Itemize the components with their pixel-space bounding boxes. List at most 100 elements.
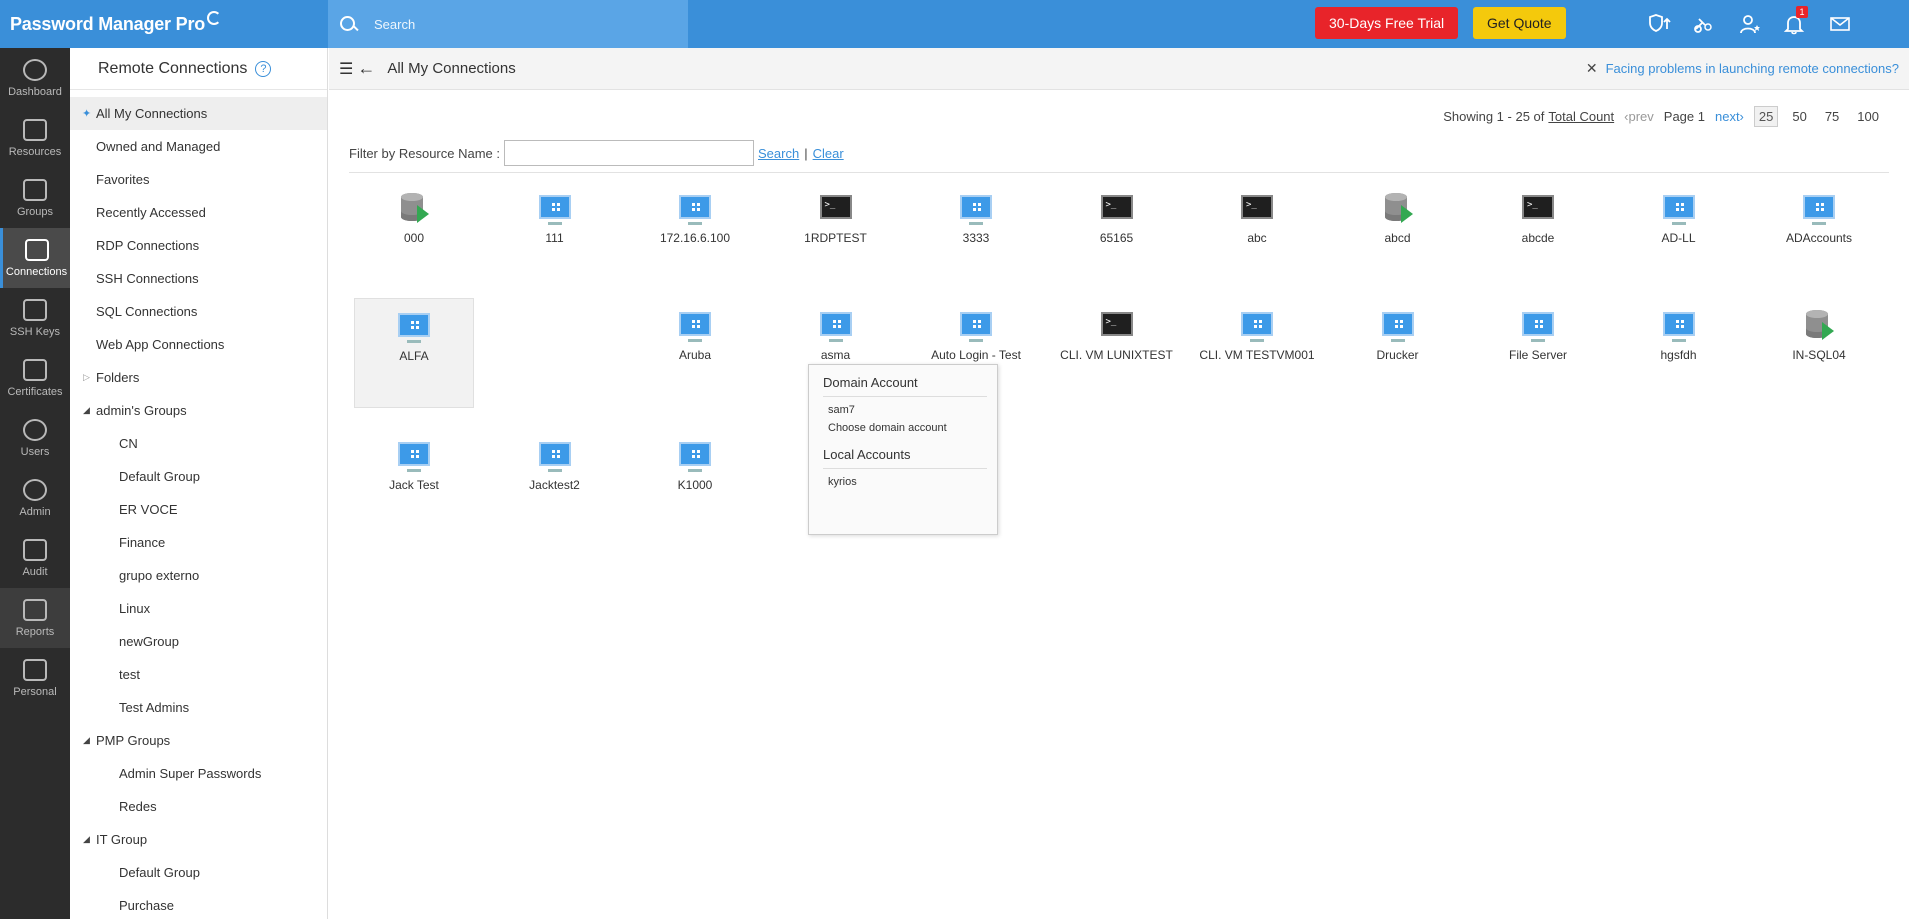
- tree-item-rdp[interactable]: RDP Connections: [70, 229, 327, 262]
- tree-subitem[interactable]: Redes: [70, 790, 327, 823]
- back-arrow-icon[interactable]: ←: [357, 58, 375, 79]
- nav-personal[interactable]: Personal: [0, 648, 70, 708]
- tree-subitem[interactable]: Admin Super Passwords: [70, 757, 327, 790]
- prev-page[interactable]: ‹prev: [1624, 109, 1654, 124]
- page-size-75[interactable]: 75: [1821, 107, 1843, 126]
- tree-group-pmp[interactable]: ◢ PMP Groups: [70, 724, 327, 757]
- tree-title: Remote Connections ?: [70, 48, 327, 90]
- connection-tile[interactable]: abcd: [1338, 193, 1458, 245]
- get-quote-button[interactable]: Get Quote: [1473, 7, 1566, 39]
- domain-account-item[interactable]: sam7: [823, 401, 987, 419]
- connection-tile[interactable]: Jack Test: [354, 440, 474, 492]
- windows-monitor-icon: [960, 195, 992, 219]
- expand-arrow-icon[interactable]: ▷: [83, 372, 90, 383]
- connection-tile[interactable]: AD-LL: [1619, 193, 1739, 245]
- nav-audit[interactable]: Audit: [0, 528, 70, 588]
- connection-tile[interactable]: 000: [354, 193, 474, 245]
- connection-tile[interactable]: >_ 1RDPTEST: [776, 193, 896, 245]
- connections-tree-panel: Remote Connections ? ✦ All My Connections…: [70, 48, 328, 919]
- nav-reports[interactable]: Reports: [0, 588, 70, 648]
- next-page[interactable]: next›: [1715, 109, 1744, 124]
- nav-dashboard[interactable]: Dashboard: [0, 48, 70, 108]
- connection-tile[interactable]: hgsfdh: [1619, 310, 1739, 362]
- connection-tile[interactable]: File Server: [1478, 310, 1598, 362]
- tree-group-admins[interactable]: ◢ admin's Groups: [70, 394, 327, 427]
- help-icon[interactable]: ?: [255, 60, 272, 77]
- connection-tile[interactable]: >_ 65165: [1057, 193, 1177, 245]
- menu-icon[interactable]: ☰: [339, 59, 353, 79]
- connection-tile[interactable]: >_ CLI. VM LUNIXTEST: [1057, 310, 1177, 362]
- nav-certificates[interactable]: Certificates: [0, 348, 70, 408]
- nav-resources[interactable]: Resources: [0, 108, 70, 168]
- tree-item-folders[interactable]: ▷ Folders: [70, 361, 327, 394]
- shield-up-icon[interactable]: [1646, 10, 1674, 38]
- connection-tile[interactable]: >_ abcde: [1478, 193, 1598, 245]
- connection-tile[interactable]: 172.16.6.100: [635, 193, 755, 245]
- page-size-50[interactable]: 50: [1788, 107, 1810, 126]
- tree-item-sql[interactable]: SQL Connections: [70, 295, 327, 328]
- tree-item-web-app[interactable]: Web App Connections: [70, 328, 327, 361]
- collapse-arrow-icon[interactable]: ◢: [83, 405, 90, 416]
- connection-tile[interactable]: Jacktest2: [495, 440, 615, 492]
- resource-name-input[interactable]: [504, 140, 754, 166]
- tree-subitem[interactable]: grupo externo: [70, 559, 327, 592]
- collapse-arrow-icon[interactable]: ◢: [83, 735, 90, 746]
- user-icon: [23, 418, 47, 441]
- connection-tile[interactable]: IN-SQL04: [1759, 310, 1879, 362]
- tree-group-it[interactable]: ◢ IT Group: [70, 823, 327, 856]
- connection-tile[interactable]: 111: [495, 193, 615, 245]
- free-trial-button[interactable]: 30-Days Free Trial: [1315, 7, 1459, 39]
- tree-subitem[interactable]: Test Admins: [70, 691, 327, 724]
- bell-icon[interactable]: 1: [1780, 6, 1808, 38]
- link-gear-icon[interactable]: [1690, 10, 1718, 38]
- connection-tile[interactable]: >_ abc: [1197, 193, 1317, 245]
- total-count-link[interactable]: Total Count: [1548, 109, 1614, 124]
- tree-subitem[interactable]: CN: [70, 427, 327, 460]
- local-account-item[interactable]: kyrios: [823, 473, 987, 491]
- connection-tile[interactable]: K1000: [635, 440, 755, 492]
- tree-item-favorites[interactable]: Favorites: [70, 163, 327, 196]
- tree-item-ssh[interactable]: SSH Connections: [70, 262, 327, 295]
- tree-subitem[interactable]: newGroup: [70, 625, 327, 658]
- tree-subitem[interactable]: test: [70, 658, 327, 691]
- connection-tile[interactable]: ALFA: [354, 298, 474, 408]
- mail-icon[interactable]: [1826, 10, 1854, 38]
- nav-connections[interactable]: Connections: [0, 228, 70, 288]
- page-size-25[interactable]: 25: [1753, 106, 1779, 127]
- global-search[interactable]: Search: [328, 0, 688, 48]
- tree-subitem[interactable]: Linux: [70, 592, 327, 625]
- connection-tile[interactable]: 3333: [916, 193, 1036, 245]
- tree-subitem[interactable]: Default Group: [70, 856, 327, 889]
- tree-subitem[interactable]: Finance: [70, 526, 327, 559]
- connection-tile[interactable]: Aruba: [635, 310, 755, 362]
- connection-name: abcde: [1521, 231, 1555, 245]
- windows-monitor-icon: [1662, 195, 1695, 219]
- connection-tile[interactable]: asma: [776, 310, 896, 362]
- nav-ssh-keys[interactable]: SSH Keys: [0, 288, 70, 348]
- user-star-icon[interactable]: [1736, 10, 1764, 38]
- tree-item-owned-managed[interactable]: Owned and Managed: [70, 130, 327, 163]
- tree-subitem[interactable]: Default Group: [70, 460, 327, 493]
- tree-item-all-my-connections[interactable]: ✦ All My Connections: [70, 97, 327, 130]
- connection-name: Drucker: [1376, 348, 1419, 362]
- connection-tile[interactable]: ADAccounts: [1759, 193, 1879, 245]
- nav-groups[interactable]: Groups: [0, 168, 70, 228]
- remote-help-link[interactable]: ✕ Facing problems in launching remote co…: [1586, 60, 1899, 77]
- tree-subitem[interactable]: Purchase: [70, 889, 327, 919]
- collapse-arrow-icon[interactable]: ◢: [83, 834, 90, 845]
- connection-tile[interactable]: Drucker: [1338, 310, 1458, 362]
- windows-monitor-icon: [679, 312, 711, 336]
- filter-clear-link[interactable]: Clear: [813, 146, 844, 161]
- connection-tile[interactable]: Auto Login - Test: [916, 310, 1036, 362]
- tree-item-recently-accessed[interactable]: Recently Accessed: [70, 196, 327, 229]
- filter-search-link[interactable]: Search: [758, 146, 799, 161]
- nav-users[interactable]: Users: [0, 408, 70, 468]
- groups-icon: [23, 178, 47, 201]
- page-size-100[interactable]: 100: [1853, 107, 1883, 126]
- brand-logo[interactable]: Password Manager Pro: [0, 0, 328, 48]
- tree-subitem[interactable]: ER VOCE: [70, 493, 327, 526]
- search-input[interactable]: Search: [374, 17, 415, 32]
- connection-tile[interactable]: CLI. VM TESTVM001: [1197, 310, 1317, 362]
- choose-domain-account[interactable]: Choose domain account: [823, 419, 987, 437]
- nav-admin[interactable]: Admin: [0, 468, 70, 528]
